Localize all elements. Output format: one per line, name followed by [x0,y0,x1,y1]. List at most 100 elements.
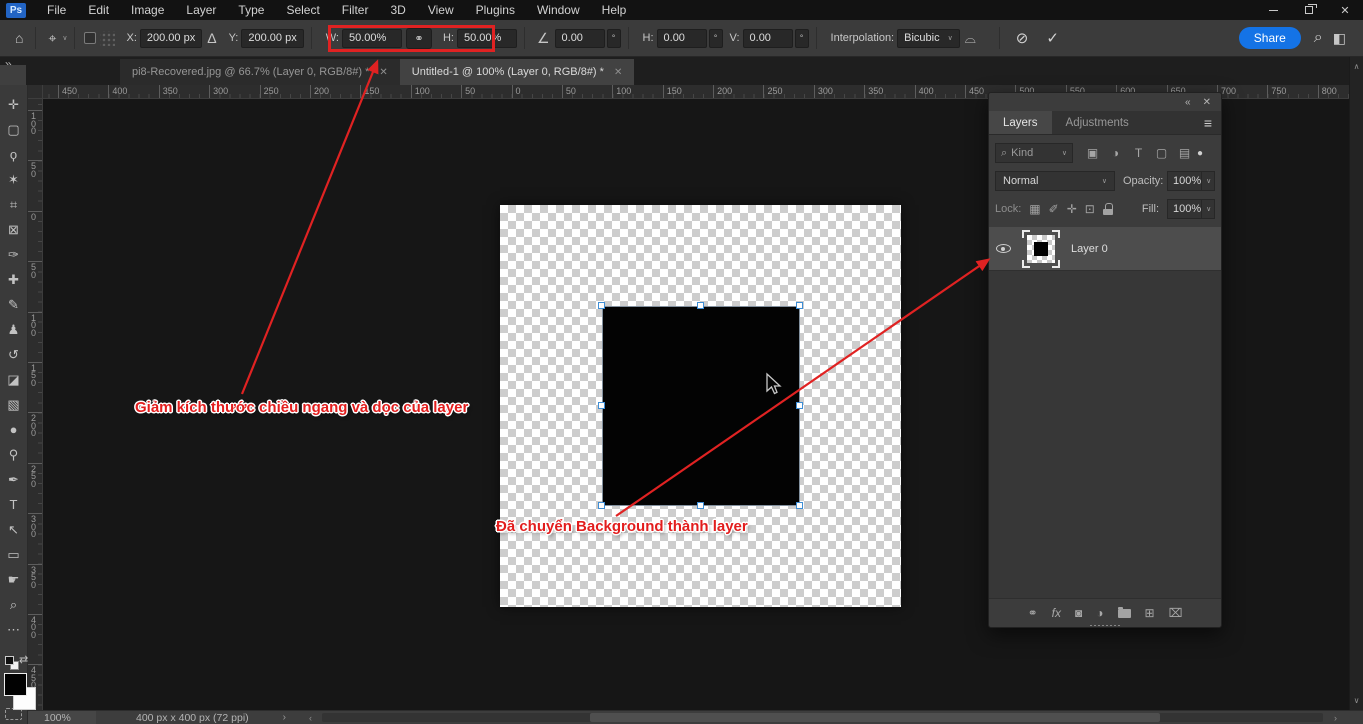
scroll-left-icon[interactable]: ‹ [309,711,312,724]
menu-item[interactable]: Layer [175,0,227,20]
quick-selection-tool[interactable]: ✶ [0,167,27,192]
scroll-right-icon[interactable]: › [1334,711,1337,724]
delta-icon[interactable]: Δ [202,30,221,46]
panel-menu-icon[interactable]: ≡ [1195,111,1221,134]
kind-filter-select[interactable]: ⌕ Kind ∨ [995,143,1073,163]
transform-handle[interactable] [697,302,704,309]
menu-item[interactable]: Filter [331,0,380,20]
lock-artboard-icon[interactable]: ⊡ [1085,202,1095,216]
gradient-tool[interactable]: ▧ [0,392,27,417]
pixel-layer-filter-icon[interactable]: ▣ [1081,146,1104,160]
adjustment-layer-filter-icon[interactable]: ◑ [1104,146,1127,160]
new-layer-icon[interactable]: ⊞ [1145,606,1155,620]
h-skew-field[interactable]: 0.00 [657,29,707,48]
layer-thumbnail[interactable] [1021,229,1061,269]
move-tool[interactable]: ✛ [0,92,27,117]
x-position-field[interactable]: 200.00 px [140,29,202,48]
rotation-field[interactable]: 0.00 [555,29,605,48]
new-group-icon[interactable] [1118,609,1131,618]
minimize-button[interactable] [1255,0,1291,20]
interpolation-select[interactable]: Bicubic∨ [897,29,960,48]
visibility-toggle[interactable] [989,244,1017,253]
collapse-panel-icon[interactable]: « [1185,97,1191,108]
pen-tool[interactable]: ✒ [0,467,27,492]
reference-point-checkbox[interactable] [84,32,96,44]
ruler-corner[interactable] [28,85,43,99]
type-layer-filter-icon[interactable]: T [1127,146,1150,160]
restore-button[interactable] [1291,0,1327,20]
chevron-up-icon[interactable]: ∧ [1354,62,1360,71]
type-tool[interactable]: T [0,492,27,517]
crop-tool[interactable]: ⌗ [0,192,27,217]
foreground-color-swatch[interactable] [4,673,27,696]
transform-handle[interactable] [796,502,803,509]
document-tab-inactive[interactable]: pi8-Recovered.jpg @ 66.7% (Layer 0, RGB/… [120,59,400,85]
frame-tool[interactable]: ⊠ [0,217,27,242]
clone-stamp-tool[interactable]: ♟ [0,317,27,342]
edit-toolbar-button[interactable]: ⋯ [0,617,27,642]
healing-brush-tool[interactable]: ✚ [0,267,27,292]
workspace-icon[interactable]: ◧ [1328,30,1351,47]
warp-mode-icon[interactable]: ⌓ [960,30,981,47]
lock-all-icon[interactable] [1103,203,1113,215]
cancel-transform-button[interactable]: ⊘ [1007,29,1038,47]
lock-transparency-icon[interactable]: ▦ [1029,202,1040,216]
transform-handle[interactable] [598,302,605,309]
dodge-tool[interactable]: ⚲ [0,442,27,467]
close-icon[interactable]: ✕ [614,67,622,78]
zoom-level-field[interactable]: 100% [28,711,96,724]
search-icon[interactable]: ⌕ [1309,29,1328,47]
history-brush-tool[interactable]: ↺ [0,342,27,367]
shape-layer-filter-icon[interactable]: ▢ [1150,146,1173,160]
menu-item[interactable]: Help [591,0,638,20]
menu-item[interactable]: Image [120,0,175,20]
close-icon[interactable]: ✕ [379,67,387,78]
lock-position-icon[interactable]: ✛ [1067,202,1077,216]
rectangular-marquee-tool[interactable]: ▢ [0,117,27,142]
close-button[interactable]: ✕ [1327,0,1363,20]
swap-colors-icon[interactable]: ⇄ [19,653,28,666]
commit-transform-button[interactable]: ✓ [1037,29,1068,47]
scrollbar-thumb[interactable] [590,713,1160,722]
menu-item[interactable]: Window [526,0,591,20]
layer-mask-icon[interactable]: ◙ [1075,606,1082,620]
tab-adjustments[interactable]: Adjustments [1052,111,1143,134]
tab-layers[interactable]: Layers [989,111,1052,134]
layer-row-selected[interactable]: Layer 0 [989,227,1221,271]
eraser-tool[interactable]: ◪ [0,367,27,392]
path-selection-tool[interactable]: ↖ [0,517,27,542]
filter-toggle-icon[interactable]: ● [1197,148,1203,159]
share-button[interactable]: Share [1239,27,1301,49]
transform-handle[interactable] [796,302,803,309]
transform-handle[interactable] [598,402,605,409]
layer-style-icon[interactable]: fx [1052,606,1061,620]
y-position-field[interactable]: 200.00 px [241,29,303,48]
menu-item[interactable]: File [36,0,77,20]
adjustment-layer-icon[interactable]: ◑ [1096,606,1103,620]
horizontal-scrollbar[interactable] [322,713,1323,722]
transform-handle[interactable] [598,502,605,509]
menu-item[interactable]: Select [275,0,330,20]
panel-resize-handle[interactable] [1089,624,1121,627]
lock-paint-icon[interactable]: ✐ [1049,202,1059,216]
hand-tool[interactable]: ☛ [0,567,27,592]
smart-object-filter-icon[interactable]: ▤ [1173,146,1196,160]
delete-layer-icon[interactable]: ⌧ [1169,606,1183,620]
layer-name[interactable]: Layer 0 [1071,243,1108,255]
link-layers-icon[interactable]: ⚭ [1028,606,1038,620]
document-canvas[interactable] [500,205,901,607]
menu-item[interactable]: Type [227,0,275,20]
blend-mode-select[interactable]: Normal ∨ [995,171,1115,191]
menu-item[interactable]: View [417,0,465,20]
lasso-tool[interactable]: ϙ [0,142,27,167]
transform-handle[interactable] [697,502,704,509]
default-colors-icon[interactable] [5,656,18,669]
document-tab-active[interactable]: Untitled-1 @ 100% (Layer 0, RGB/8#) * ✕ [400,59,635,85]
menu-item[interactable]: 3D [379,0,416,20]
fill-field[interactable]: 100% ∨ [1167,199,1215,219]
opacity-field[interactable]: 100% ∨ [1167,171,1215,191]
chevron-down-icon[interactable]: ∨ [62,34,67,42]
v-skew-field[interactable]: 0.00 [743,29,793,48]
chevron-down-icon[interactable]: ∨ [1354,696,1360,705]
eyedropper-tool[interactable]: ✑ [0,242,27,267]
